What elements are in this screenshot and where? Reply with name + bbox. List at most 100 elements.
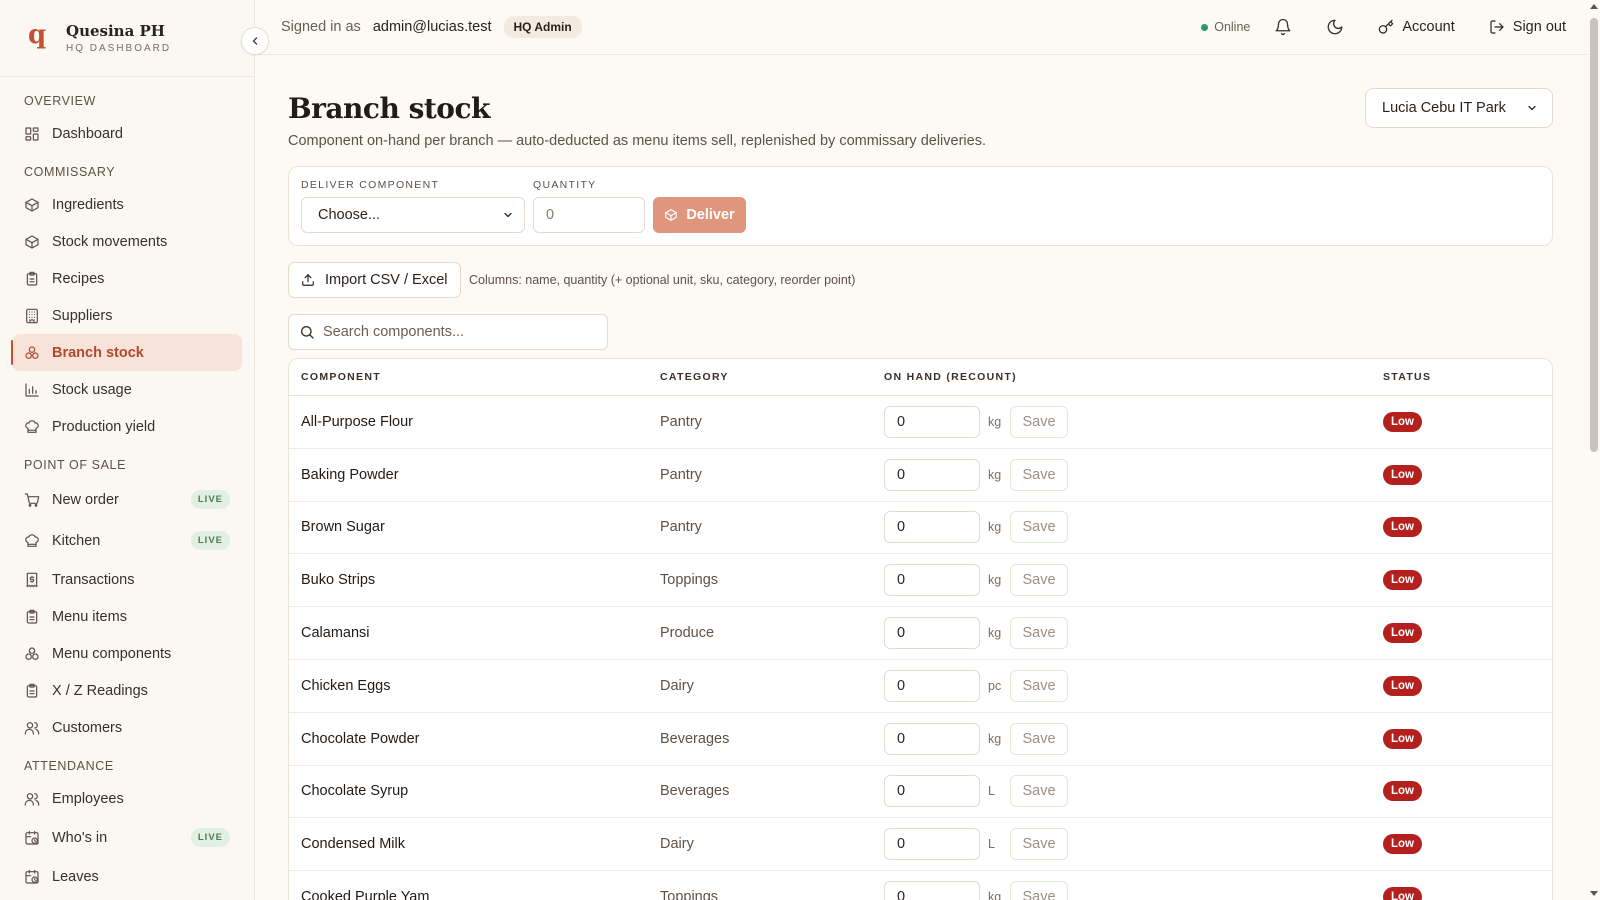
- on-hand-input[interactable]: 0: [884, 722, 980, 755]
- column-header-category: CATEGORY: [660, 371, 729, 383]
- unit-label: kg: [988, 626, 1002, 641]
- sidebar-item-new-order[interactable]: New order LIVE: [12, 479, 242, 520]
- sidebar-item-label: Kitchen: [52, 532, 101, 549]
- page-scrollbar[interactable]: [1588, 0, 1600, 900]
- sidebar-item-stock-movements[interactable]: Stock movements: [12, 223, 242, 260]
- on-hand-input[interactable]: 0: [884, 405, 980, 438]
- on-hand-input[interactable]: 0: [884, 617, 980, 650]
- scroll-down-arrow[interactable]: [1590, 891, 1598, 896]
- users-icon: [24, 792, 40, 806]
- theme-toggle-button[interactable]: [1326, 18, 1344, 36]
- on-hand-input[interactable]: 0: [884, 881, 980, 900]
- top-bar: Signed in as admin@lucias.test HQ Admin …: [255, 0, 1588, 55]
- on-hand-input[interactable]: 0: [884, 828, 980, 861]
- save-button[interactable]: Save: [1010, 722, 1068, 755]
- live-badge: LIVE: [190, 531, 230, 550]
- save-button[interactable]: Save: [1010, 828, 1068, 861]
- status-badge: Low: [1383, 781, 1422, 802]
- clipboard-icon: [26, 609, 38, 624]
- brand-name: Quesina PH: [66, 22, 165, 40]
- unit-label: kg: [988, 731, 1002, 746]
- unit-label: pc: [988, 678, 1002, 693]
- table-row: Buko Strips Toppings 0 kg Save Low: [289, 554, 1552, 608]
- status-badge: Low: [1383, 834, 1422, 855]
- quantity-input[interactable]: 0: [533, 197, 645, 233]
- table-row: Chocolate Syrup Beverages 0 L Save Low: [289, 766, 1552, 819]
- sidebar: q Quesina PH HQ DASHBOARD OVERVIEW Dashbo…: [0, 0, 255, 900]
- collapse-sidebar-button[interactable]: [241, 27, 269, 55]
- chevron-down-icon: [1528, 105, 1536, 111]
- deliver-form: DELIVER COMPONENT Choose... QUANTITY 0 D…: [288, 166, 1553, 246]
- search-input[interactable]: Search components...: [288, 314, 608, 350]
- sidebar-item-customers[interactable]: Customers: [12, 709, 242, 746]
- component-category: Produce: [660, 625, 715, 642]
- on-hand-input[interactable]: 0: [884, 775, 980, 808]
- sidebar-item-label: Branch stock: [52, 344, 144, 361]
- save-button[interactable]: Save: [1010, 775, 1068, 808]
- live-badge: LIVE: [190, 490, 230, 509]
- sidebar-item-kitchen[interactable]: Kitchen LIVE: [12, 520, 242, 561]
- sidebar-item-menu-items[interactable]: Menu items: [12, 598, 242, 635]
- live-badge: LIVE: [190, 828, 230, 847]
- on-hand-value: 0: [897, 572, 906, 589]
- sidebar-item-x-z-readings[interactable]: X / Z Readings: [12, 672, 242, 709]
- on-hand-input[interactable]: 0: [884, 564, 980, 597]
- on-hand-input[interactable]: 0: [884, 458, 980, 491]
- scroll-up-arrow[interactable]: [1590, 4, 1598, 9]
- column-header-status: STATUS: [1383, 371, 1432, 383]
- chevron-down-icon: [504, 212, 512, 218]
- deliver-component-select[interactable]: Choose...: [301, 197, 525, 233]
- on-hand-input[interactable]: 0: [884, 669, 980, 702]
- grid-icon: [25, 126, 39, 141]
- scroll-thumb[interactable]: [1590, 18, 1598, 452]
- unit-label: kg: [988, 414, 1002, 429]
- moon-icon: [1327, 19, 1343, 35]
- import-csv-button[interactable]: Import CSV / Excel: [288, 262, 461, 298]
- building-icon: [26, 308, 38, 323]
- sidebar-item-menu-components[interactable]: Menu components: [12, 635, 242, 672]
- account-button[interactable]: Account: [1378, 19, 1455, 35]
- bar-chart-icon: [25, 382, 39, 397]
- sidebar-item-ingredients[interactable]: Ingredients: [12, 186, 242, 223]
- unit-label: kg: [988, 573, 1002, 588]
- key-icon: [1379, 19, 1394, 34]
- page-subtitle: Component on-hand per branch — auto-dedu…: [288, 133, 986, 149]
- sidebar-item-who-s-in[interactable]: Who's in LIVE: [12, 817, 242, 858]
- status-badge: Low: [1383, 623, 1422, 644]
- users-icon: [24, 721, 40, 735]
- sidebar-item-production-yield[interactable]: Production yield: [12, 408, 242, 445]
- sidebar-item-leaves[interactable]: Leaves: [12, 858, 242, 895]
- save-button[interactable]: Save: [1010, 564, 1068, 597]
- sidebar-item-stock-usage[interactable]: Stock usage: [12, 371, 242, 408]
- sidebar-item-transactions[interactable]: Transactions: [12, 561, 242, 598]
- on-hand-value: 0: [897, 783, 906, 800]
- save-button[interactable]: Save: [1010, 405, 1068, 438]
- table-row: Chocolate Powder Beverages 0 kg Save Low: [289, 713, 1552, 766]
- sidebar-item-dashboard[interactable]: Dashboard: [12, 115, 242, 152]
- save-button[interactable]: Save: [1010, 669, 1068, 702]
- on-hand-input[interactable]: 0: [884, 511, 980, 544]
- branch-select[interactable]: Lucia Cebu IT Park: [1365, 88, 1553, 128]
- component-category: Toppings: [660, 889, 719, 900]
- unit-label: kg: [988, 467, 1002, 482]
- sign-out-button[interactable]: Sign out: [1489, 19, 1566, 35]
- package-icon: [25, 234, 39, 249]
- save-button[interactable]: Save: [1010, 881, 1068, 900]
- save-button[interactable]: Save: [1010, 511, 1068, 544]
- sidebar-item-suppliers[interactable]: Suppliers: [12, 297, 242, 334]
- unit-label: L: [988, 784, 995, 799]
- chef-hat-icon: [25, 419, 39, 433]
- notifications-button[interactable]: [1274, 18, 1292, 36]
- sidebar-item-label: X / Z Readings: [52, 682, 148, 699]
- sidebar-item-recipes[interactable]: Recipes: [12, 260, 242, 297]
- status-badge: Low: [1383, 728, 1422, 749]
- status-label: Online: [1214, 20, 1251, 34]
- save-button[interactable]: Save: [1010, 617, 1068, 650]
- component-name: All-Purpose Flour: [301, 413, 414, 430]
- table-row: Calamansi Produce 0 kg Save Low: [289, 607, 1552, 660]
- deliver-button[interactable]: Deliver: [653, 197, 746, 233]
- sidebar-item-employees[interactable]: Employees: [12, 780, 242, 817]
- sidebar-item-branch-stock[interactable]: Branch stock: [11, 334, 242, 371]
- sidebar-item-label: Stock movements: [52, 233, 168, 250]
- save-button[interactable]: Save: [1010, 458, 1068, 491]
